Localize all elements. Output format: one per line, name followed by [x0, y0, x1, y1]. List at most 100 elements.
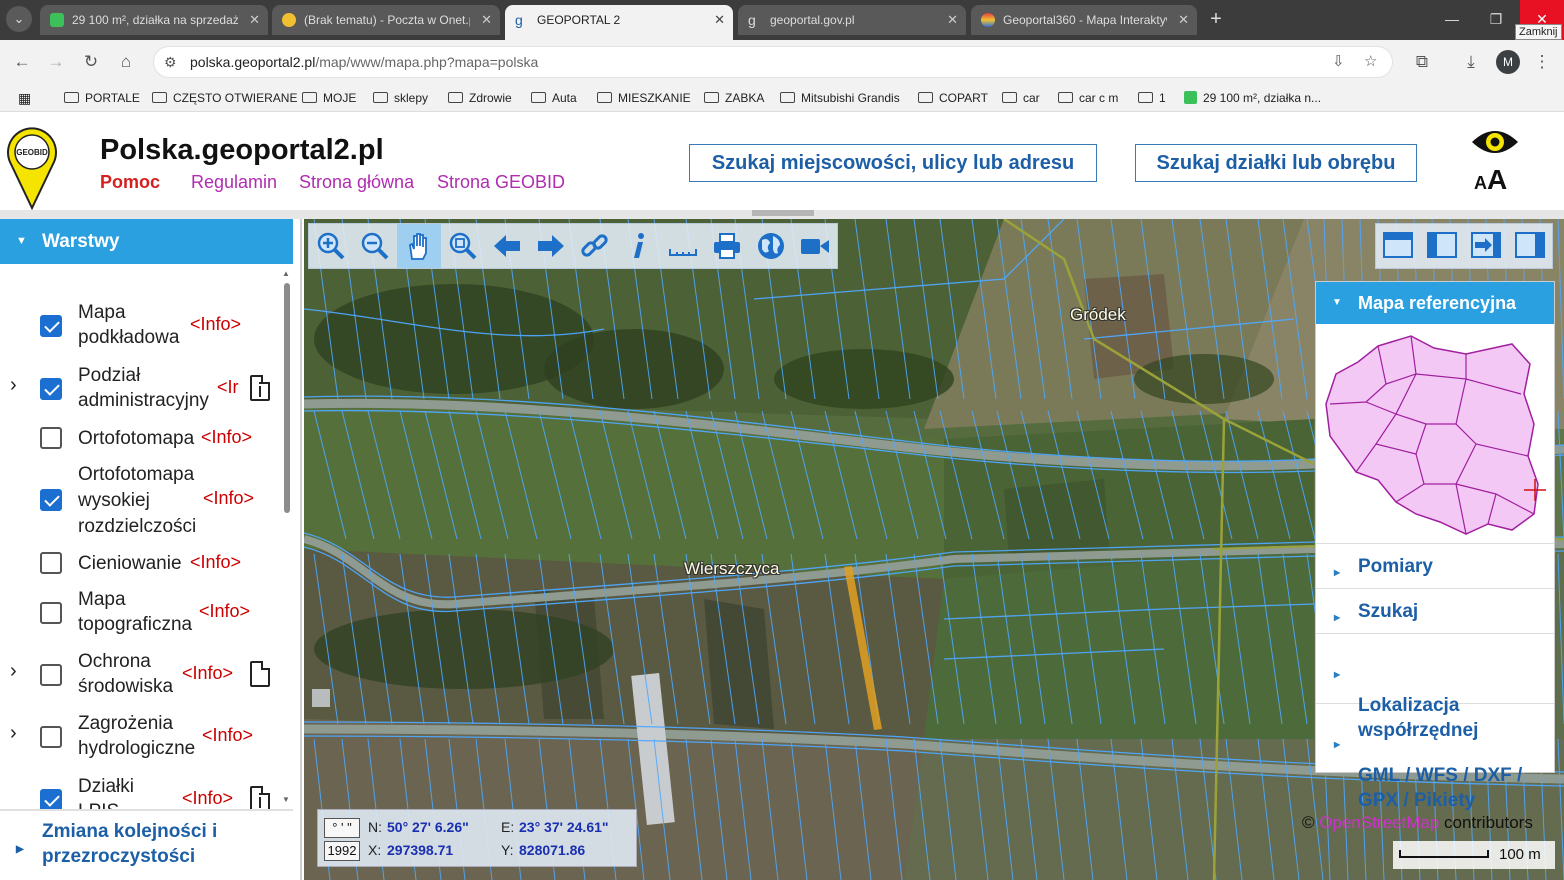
url-input[interactable]: ⚙ polska.geoportal2.pl/map/www/mapa.php?… — [153, 46, 1393, 78]
bookmark-star-icon[interactable]: ☆ — [1364, 47, 1377, 77]
zoom-out-icon[interactable] — [353, 224, 397, 268]
measure-icon[interactable] — [661, 224, 705, 268]
bookmark-folder[interactable]: MIESZKANIE — [597, 88, 691, 108]
pan-hand-icon[interactable] — [397, 224, 441, 268]
export-formats-section[interactable]: ▶ GML / WFS / DXF / GPX / Pikiety — [1316, 704, 1554, 811]
legend-document-icon[interactable] — [250, 786, 270, 809]
print-icon[interactable] — [705, 224, 749, 268]
layer-checkbox[interactable] — [40, 552, 62, 574]
browser-tab-1[interactable]: 29 100 m², działka na sprzedaż ✕ — [40, 5, 268, 35]
coordinate-format-button[interactable]: ° ' " — [324, 818, 360, 838]
layer-info-link[interactable]: <Ir — [217, 377, 239, 398]
scroll-up-icon[interactable]: ▲ — [282, 269, 290, 278]
browser-tab-2[interactable]: (Brak tematu) - Poczta w Onet.pl ✕ — [272, 5, 500, 35]
extensions-icon[interactable]: ⧉ — [1408, 48, 1436, 76]
layer-info-link[interactable]: <Info> — [182, 663, 233, 684]
video-icon[interactable] — [793, 224, 837, 268]
downloads-icon[interactable]: ⤓ — [1457, 48, 1485, 76]
close-tab-icon[interactable]: ✕ — [714, 5, 725, 35]
bookmark-folder[interactable]: Mitsubishi Grandis — [780, 88, 900, 108]
poland-voivodeships-map[interactable] — [1316, 324, 1554, 544]
layout-left-icon[interactable] — [1420, 224, 1464, 268]
geobid-logo[interactable]: GEOBID — [6, 124, 58, 210]
layer-checkbox[interactable] — [40, 489, 62, 511]
bookmark-folder[interactable]: PORTALE — [64, 88, 140, 108]
search-parcel-button[interactable]: Szukaj działki lub obrębu — [1135, 144, 1417, 182]
bookmark-folder[interactable]: ZABKA — [704, 88, 764, 108]
legend-document-icon[interactable] — [250, 661, 270, 687]
back-button[interactable]: ← — [8, 48, 36, 76]
bookmark-folder[interactable]: CZĘSTO OTWIERANE — [152, 88, 297, 108]
geobid-page-link[interactable]: Strona GEOBID — [437, 172, 565, 193]
layer-info-link[interactable]: <Info> — [182, 788, 233, 809]
install-app-icon[interactable]: ⇩ — [1332, 47, 1345, 77]
bookmark-link[interactable]: 29 100 m², działka n... — [1184, 88, 1321, 108]
search-section[interactable]: ▶ Szukaj — [1316, 589, 1554, 634]
bookmark-folder[interactable]: car — [1002, 88, 1040, 108]
site-title[interactable]: Polska.geoportal2.pl — [100, 134, 384, 167]
tab-search-button[interactable]: ⌄ — [6, 6, 32, 32]
bookmark-folder[interactable]: COPART — [918, 88, 988, 108]
osm-link[interactable]: OpenStreetMap — [1319, 813, 1439, 832]
site-info-icon[interactable]: ⚙ — [164, 47, 177, 77]
measurements-section[interactable]: ▶ Pomiary — [1316, 544, 1554, 589]
order-transparency-section[interactable]: ▶ Zmiana kolejności i przezroczystości — [0, 819, 293, 879]
reference-map-header[interactable]: ▼ Mapa referencyjna — [1316, 282, 1554, 324]
forward-arrow-icon[interactable] — [529, 224, 573, 268]
coordinate-system-button[interactable]: 1992 — [324, 841, 360, 861]
profile-avatar[interactable]: M — [1496, 50, 1520, 74]
layer-checkbox[interactable] — [40, 664, 62, 686]
layer-checkbox[interactable] — [40, 789, 62, 809]
map-view[interactable]: Gródek Wierszczyca ▼ Mapa referencyjna ▶… — [304, 219, 1564, 880]
layer-info-link[interactable]: <Info> — [199, 601, 250, 622]
terms-link[interactable]: Regulamin — [191, 172, 277, 193]
layer-checkbox[interactable] — [40, 378, 62, 400]
layer-checkbox[interactable] — [40, 726, 62, 748]
help-link[interactable]: Pomoc — [100, 172, 160, 193]
browser-tab-4[interactable]: g geoportal.gov.pl ✕ — [738, 5, 966, 35]
close-tab-icon[interactable]: ✕ — [1178, 5, 1189, 35]
apps-grid-icon[interactable]: ▦ — [18, 88, 31, 108]
back-arrow-icon[interactable] — [485, 224, 529, 268]
layers-panel-header[interactable]: ▼ Warstwy — [0, 219, 293, 264]
coordinate-location-section[interactable]: ▶ Lokalizacja współrzędnej — [1316, 634, 1554, 741]
bookmark-folder[interactable]: MOJE — [302, 88, 356, 108]
home-button[interactable]: ⌂ — [112, 48, 140, 76]
legend-document-icon[interactable] — [250, 375, 270, 401]
layer-info-link[interactable]: <Info> — [190, 552, 241, 573]
chevron-right-icon[interactable]: › — [10, 722, 17, 745]
close-tab-icon[interactable]: ✕ — [249, 5, 260, 35]
globe-icon[interactable] — [749, 224, 793, 268]
layer-checkbox[interactable] — [40, 602, 62, 624]
browser-tab-5[interactable]: Geoportal360 - Mapa Interaktywna ✕ — [971, 5, 1197, 35]
layout-right-icon[interactable] — [1508, 224, 1552, 268]
layer-list-scrollbar[interactable]: ▲ ▼ — [280, 269, 294, 809]
browser-tab-3-active[interactable]: g GEOPORTAL 2 ✕ — [505, 5, 733, 40]
splitter-grip[interactable] — [752, 210, 814, 216]
zoom-in-icon[interactable] — [309, 224, 353, 268]
reload-button[interactable]: ↻ — [77, 48, 105, 76]
font-size-toggle[interactable]: AA — [1474, 164, 1507, 196]
close-tab-icon[interactable]: ✕ — [481, 5, 492, 35]
accessibility-eye-icon[interactable] — [1470, 126, 1520, 158]
bookmark-folder[interactable]: car c m — [1058, 88, 1118, 108]
close-tab-icon[interactable]: ✕ — [947, 5, 958, 35]
reference-map[interactable] — [1316, 324, 1554, 544]
bookmark-folder[interactable]: sklepy — [373, 88, 428, 108]
new-tab-button[interactable]: + — [1203, 7, 1229, 33]
browser-menu-icon[interactable]: ⋮ — [1528, 48, 1556, 76]
chevron-right-icon[interactable]: › — [10, 374, 17, 397]
layer-info-link[interactable]: <Info> — [203, 488, 254, 509]
restore-button[interactable]: ❐ — [1474, 0, 1518, 40]
bookmark-folder[interactable]: Auta — [531, 88, 577, 108]
layout-collapse-icon[interactable] — [1464, 224, 1508, 268]
zoom-extent-icon[interactable] — [441, 224, 485, 268]
layer-checkbox[interactable] — [40, 427, 62, 449]
info-icon[interactable] — [617, 224, 661, 268]
chevron-right-icon[interactable]: › — [10, 660, 17, 683]
layer-info-link[interactable]: <Info> — [190, 314, 241, 335]
scrollbar-thumb[interactable] — [284, 283, 290, 513]
layout-top-icon[interactable] — [1376, 224, 1420, 268]
scroll-down-icon[interactable]: ▼ — [282, 795, 290, 804]
bookmark-folder[interactable]: Zdrowie — [448, 88, 512, 108]
